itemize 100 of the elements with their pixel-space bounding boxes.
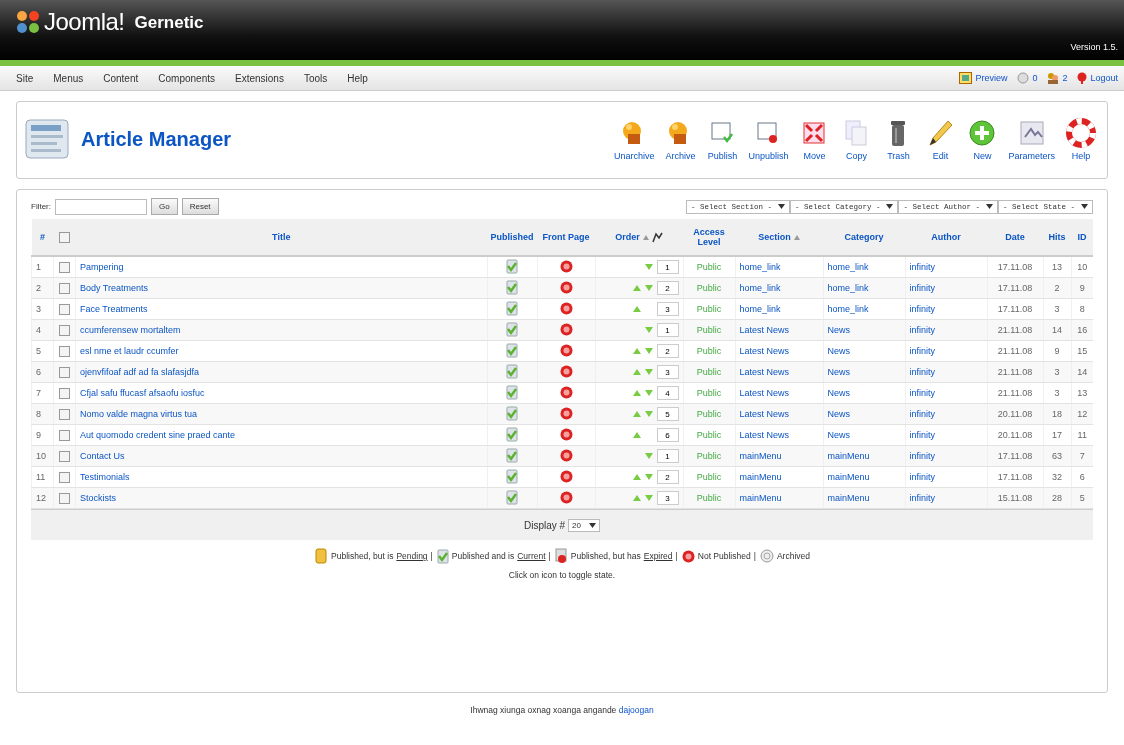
order-field[interactable]: 5 <box>656 407 679 421</box>
column-header[interactable]: Order <box>615 232 640 242</box>
section-link[interactable]: mainMenu <box>735 445 823 467</box>
not-featured-icon[interactable] <box>559 385 573 399</box>
published-check-icon[interactable] <box>436 548 449 564</box>
order-field[interactable]: 2 <box>656 344 679 358</box>
menu-item[interactable]: Tools <box>293 72 338 84</box>
author-link[interactable]: infinity <box>905 424 987 446</box>
category-link[interactable]: mainMenu <box>823 445 905 467</box>
toolbar-button[interactable]: Help <box>1061 117 1101 161</box>
row-checkbox[interactable] <box>59 450 70 462</box>
author-link[interactable]: infinity <box>905 487 987 509</box>
article-title-link[interactable]: Cfjal safu ffucasf afsaofu iosfuc <box>75 382 487 404</box>
row-checkbox[interactable] <box>59 324 70 336</box>
article-title-link[interactable]: ccumferensew mortaltem <box>75 319 487 341</box>
move-down-icon[interactable] <box>644 327 653 333</box>
not-featured-icon[interactable] <box>559 343 573 357</box>
section-link[interactable]: mainMenu <box>735 487 823 509</box>
legend-link[interactable]: Current <box>517 551 546 561</box>
status-link[interactable]: 0 <box>1032 73 1038 83</box>
row-checkbox[interactable] <box>59 471 70 483</box>
order-field[interactable]: 1 <box>656 323 679 337</box>
status-link[interactable]: Logout <box>1090 73 1118 83</box>
move-up-icon[interactable] <box>632 369 641 375</box>
column-header[interactable]: ID <box>1071 219 1093 256</box>
move-down-icon[interactable] <box>644 390 653 396</box>
category-link[interactable]: mainMenu <box>823 466 905 488</box>
author-link[interactable]: infinity <box>905 466 987 488</box>
row-checkbox[interactable] <box>59 429 70 441</box>
not-featured-icon[interactable] <box>559 280 573 294</box>
author-link[interactable]: infinity <box>905 382 987 404</box>
toolbar-button[interactable]: Edit <box>920 117 961 161</box>
row-checkbox[interactable] <box>59 261 70 273</box>
section-link[interactable]: mainMenu <box>735 466 823 488</box>
menu-item[interactable]: Help <box>337 72 378 84</box>
column-header[interactable]: Published <box>487 219 537 256</box>
not-featured-icon[interactable] <box>559 301 573 315</box>
published-check-icon[interactable] <box>506 363 518 379</box>
category-link[interactable]: News <box>823 403 905 425</box>
not-featured-icon[interactable] <box>559 427 573 441</box>
category-link[interactable]: News <box>823 319 905 341</box>
order-field[interactable]: 3 <box>656 365 679 379</box>
not-featured-icon[interactable] <box>559 469 573 483</box>
not-featured-icon[interactable] <box>559 322 573 336</box>
move-down-icon[interactable] <box>644 264 653 270</box>
category-link[interactable]: mainMenu <box>823 487 905 509</box>
order-field[interactable]: 3 <box>656 491 679 505</box>
author-link[interactable]: infinity <box>905 277 987 299</box>
move-down-icon[interactable] <box>644 369 653 375</box>
published-check-icon[interactable] <box>506 405 518 421</box>
section-link[interactable]: home_link <box>735 298 823 320</box>
section-link[interactable]: home_link <box>735 256 823 278</box>
save-order-icon[interactable] <box>651 231 663 243</box>
menu-item[interactable]: Menus <box>43 72 94 84</box>
category-link[interactable]: home_link <box>823 277 905 299</box>
article-title-link[interactable]: Face Treatments <box>75 298 487 320</box>
column-header[interactable]: Access Level <box>683 219 735 256</box>
toolbar-button[interactable]: Copy <box>836 117 877 161</box>
column-header[interactable]: Hits <box>1043 219 1071 256</box>
row-checkbox[interactable] <box>59 345 70 357</box>
reset-button[interactable]: Reset <box>181 198 219 215</box>
column-header[interactable]: Title <box>75 219 487 256</box>
article-title-link[interactable]: Pampering <box>75 256 487 278</box>
move-up-icon[interactable] <box>632 474 641 480</box>
author-link[interactable]: infinity <box>905 256 987 278</box>
row-checkbox[interactable] <box>59 387 70 399</box>
move-down-icon[interactable] <box>644 495 653 501</box>
author-link[interactable]: infinity <box>905 340 987 362</box>
display-count-select[interactable]: 20 <box>568 518 600 532</box>
footer-link[interactable]: dajoogan <box>618 705 654 715</box>
row-checkbox[interactable] <box>59 408 70 420</box>
author-link[interactable]: infinity <box>905 361 987 383</box>
published-check-icon[interactable] <box>506 321 518 337</box>
author-link[interactable]: infinity <box>905 445 987 467</box>
article-title-link[interactable]: Body Treatments <box>75 277 487 299</box>
published-check-icon[interactable] <box>506 468 518 484</box>
section-link[interactable]: Latest News <box>735 340 823 362</box>
published-check-icon[interactable] <box>506 447 518 463</box>
filter-field[interactable] <box>55 198 147 215</box>
not-featured-icon[interactable] <box>559 259 573 273</box>
order-field[interactable]: 2 <box>656 281 679 295</box>
article-title-link[interactable]: Stockists <box>75 487 487 509</box>
move-up-icon[interactable] <box>632 306 641 312</box>
toolbar-button[interactable]: Move <box>794 117 835 161</box>
published-check-icon[interactable] <box>506 342 518 358</box>
section-link[interactable]: home_link <box>735 277 823 299</box>
column-header[interactable]: Date <box>987 219 1043 256</box>
section-link[interactable]: Latest News <box>735 361 823 383</box>
article-title-link[interactable]: Nomo valde magna virtus tua <box>75 403 487 425</box>
column-header[interactable]: Section <box>758 232 791 242</box>
section-link[interactable]: Latest News <box>735 319 823 341</box>
author-link[interactable]: infinity <box>905 319 987 341</box>
menu-item[interactable]: Content <box>93 72 149 84</box>
order-field[interactable]: 2 <box>656 470 679 484</box>
category-link[interactable]: News <box>823 382 905 404</box>
order-field[interactable]: 1 <box>656 449 679 463</box>
column-header[interactable]: Author <box>905 219 987 256</box>
move-up-icon[interactable] <box>632 495 641 501</box>
toolbar-button[interactable]: Unpublish <box>744 117 793 161</box>
status-link[interactable]: 2 <box>1062 73 1068 83</box>
